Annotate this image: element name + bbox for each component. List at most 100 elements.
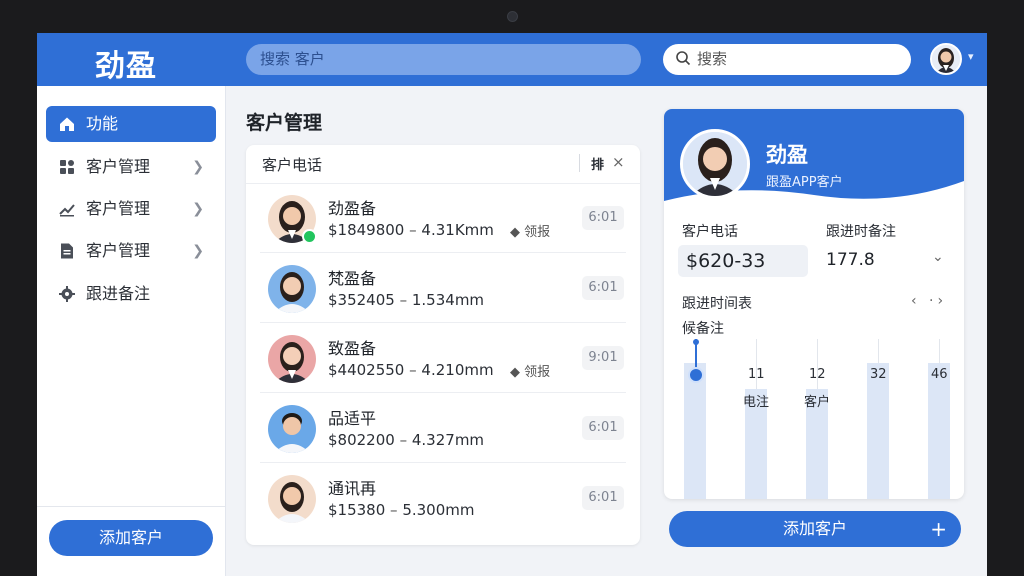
list-item[interactable]: 梵盈备 $352405 – 1.534mm 6:01: [246, 253, 640, 323]
camera: [507, 11, 518, 22]
customer-tag-label: 领报: [524, 365, 551, 380]
customer-distance: 5.300mm: [402, 501, 475, 519]
note-label: 跟进时备注: [826, 224, 896, 240]
sort-button[interactable]: 排: [591, 154, 604, 173]
list-item[interactable]: 通讯再 $15380 – 5.300mm 6:01: [246, 463, 640, 533]
page-title: 客户管理: [246, 112, 323, 134]
detail-avatar: [680, 129, 750, 199]
phone-field[interactable]: $620-33: [678, 245, 808, 277]
customer-name: 通讯再: [328, 479, 377, 498]
timeline-bar: [928, 363, 950, 499]
gear-icon: [59, 286, 75, 302]
user-avatar[interactable]: [930, 43, 962, 75]
time-badge: 6:01: [582, 206, 624, 230]
avatar: [268, 265, 316, 313]
sidebar-item-label: 客户管理: [86, 199, 151, 218]
detail-add-label: 添加客户: [782, 519, 847, 538]
note-value: 177.8: [826, 250, 875, 270]
customer-tag-label: 领报: [524, 225, 551, 240]
timeline-marker-line: [695, 339, 697, 369]
customer-amount: $352405: [328, 291, 395, 309]
customer-tag: ◆ 领报: [510, 365, 551, 380]
customer-amount: $4402550: [328, 361, 405, 379]
timeline-bar: [684, 363, 706, 499]
grid-icon: [60, 160, 74, 174]
time-badge: 9:01: [582, 346, 624, 370]
tick-label: 12: [809, 367, 826, 382]
customer-meta: $802200 – 4.327mm: [328, 431, 485, 449]
chevron-right-icon: ❯: [192, 243, 204, 259]
chevron-right-icon: ❯: [192, 201, 204, 217]
global-search-input[interactable]: 搜索: [663, 44, 911, 75]
online-status-dot: [302, 229, 317, 244]
customer-search-input[interactable]: 搜索 客户: [246, 44, 641, 75]
customer-meta: $4402550 – 4.210mm: [328, 361, 494, 379]
plus-icon: +: [930, 517, 947, 541]
sidebar-divider: [37, 506, 225, 507]
customer-name: 梵盈备: [328, 269, 377, 288]
customer-distance: 4.327mm: [411, 431, 485, 449]
sidebar-item-customers-2[interactable]: 客户管理 ❯: [46, 191, 216, 227]
time-badge: 6:01: [582, 276, 624, 300]
sidebar-item-follow-notes[interactable]: 跟进备注: [46, 276, 216, 312]
timeline-marker[interactable]: [688, 367, 704, 383]
schedule-nav-arrows[interactable]: ‹ ·›: [911, 293, 947, 309]
customer-meta: $352405 – 1.534mm: [328, 291, 485, 309]
detail-name: 劲盈: [766, 143, 808, 167]
list-item[interactable]: 劲盈备 $1849800 – 4.31Kmm ◆ 领报 6:01: [246, 183, 640, 253]
schedule-timeline: 11 12 32 46 电注 客户: [684, 339, 950, 499]
avatar: [268, 405, 316, 453]
customer-meta: $1849800 – 4.31Kmm: [328, 221, 494, 239]
list-item[interactable]: 品适平 $802200 – 4.327mm 6:01: [246, 393, 640, 463]
sidebar-item-customers-3[interactable]: 客户管理 ❯: [46, 233, 216, 269]
list-item[interactable]: 致盈备 $4402550 – 4.210mm ◆ 领报 9:01: [246, 323, 640, 393]
tick-label: 11: [748, 367, 765, 382]
chevron-down-icon[interactable]: ▾: [968, 50, 974, 63]
customer-detail-card: 劲盈 跟盈APP客户 客户电话 跟进时备注 $620-33 177.8 ⌄ 跟进…: [664, 109, 964, 499]
divider: [579, 154, 580, 172]
customer-distance: 1.534mm: [411, 291, 485, 309]
chevron-down-icon[interactable]: ⌄: [932, 249, 944, 265]
detail-subtitle: 跟盈APP客户: [766, 175, 843, 190]
customer-list-card: 客户电话 排 × 劲盈备 $1849800 – 4.31Kmm ◆ 领报 6:0…: [246, 145, 640, 545]
tick-label: 46: [931, 367, 948, 382]
schedule-label: 跟进时间表: [682, 296, 752, 312]
avatar: [268, 335, 316, 383]
time-badge: 6:01: [582, 486, 624, 510]
customer-tag: ◆ 领报: [510, 225, 551, 240]
customer-name: 劲盈备: [328, 199, 377, 218]
sidebar-item-features[interactable]: 功能: [46, 106, 216, 142]
bar-label: 电注: [743, 395, 770, 410]
customer-amount: $15380: [328, 501, 386, 519]
schedule-sublabel: 候备注: [682, 321, 724, 337]
top-bar: 劲盈 搜索 客户 搜索 ▾: [37, 33, 987, 86]
customer-amount: $802200: [328, 431, 395, 449]
close-icon[interactable]: ×: [612, 153, 625, 171]
add-customer-button[interactable]: 添加客户: [49, 520, 213, 556]
sidebar: 功能 客户管理 ❯ 客户管理 ❯ 客户管理 ❯ 跟进备注 添加客户: [37, 86, 226, 576]
sidebar-item-label: 跟进备注: [86, 284, 151, 303]
document-icon: [61, 243, 73, 259]
search-icon: [676, 51, 691, 66]
customer-amount: $1849800: [328, 221, 405, 239]
detail-add-customer-button[interactable]: 添加客户 +: [669, 511, 961, 547]
customer-meta: $15380 – 5.300mm: [328, 501, 475, 519]
sidebar-item-label: 客户管理: [86, 157, 151, 176]
app-logo: 劲盈: [95, 49, 157, 84]
chart-icon: [59, 204, 75, 217]
bar-label: 客户: [804, 395, 831, 410]
phone-label: 客户电话: [682, 224, 738, 240]
avatar: [268, 475, 316, 523]
tick-label: 32: [870, 367, 887, 382]
customer-name: 致盈备: [328, 339, 377, 358]
chevron-right-icon: ❯: [192, 159, 204, 175]
global-search-placeholder: 搜索: [697, 50, 728, 68]
list-header-title: 客户电话: [262, 156, 323, 174]
sidebar-item-label: 功能: [86, 114, 119, 133]
sidebar-item-customers-1[interactable]: 客户管理 ❯: [46, 149, 216, 185]
app-screen: 劲盈 搜索 客户 搜索 ▾ 功能 客户管理 ❯ 客户管理 ❯ 客户管理 ❯ 跟进…: [37, 33, 987, 576]
timeline-bar: [867, 363, 889, 499]
customer-distance: 4.31Kmm: [421, 221, 494, 239]
customer-name: 品适平: [328, 409, 377, 428]
customer-distance: 4.210mm: [421, 361, 494, 379]
